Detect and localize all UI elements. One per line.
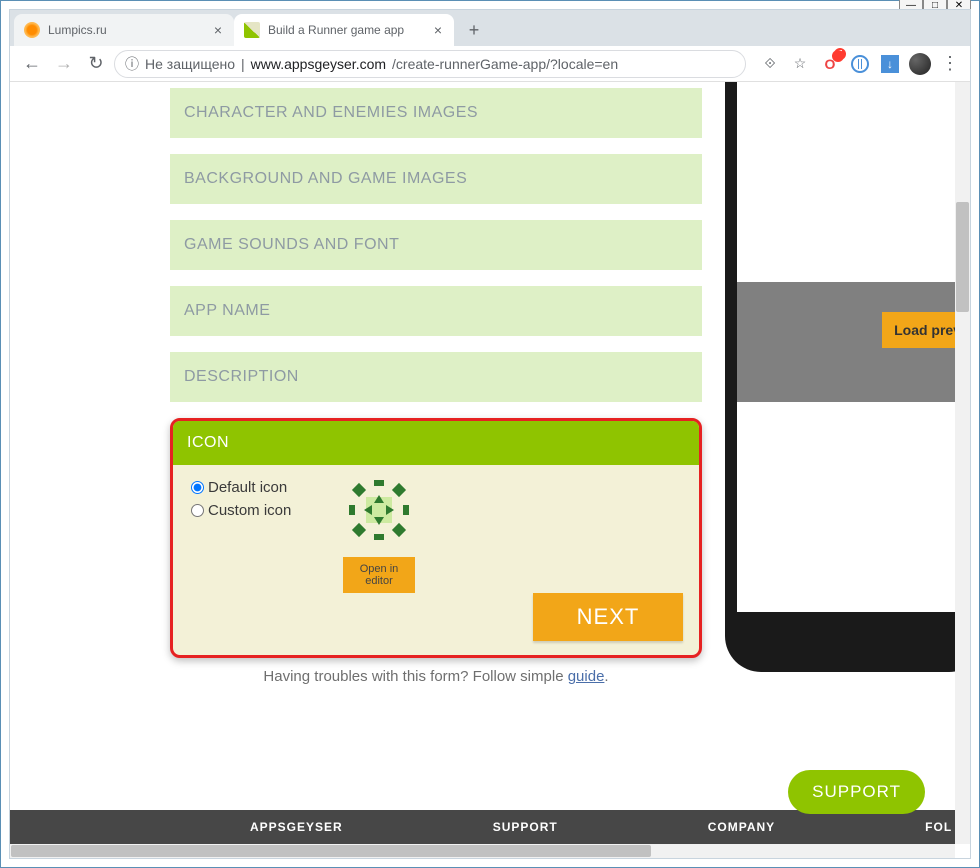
next-button[interactable]: NEXT: [533, 593, 683, 641]
support-button[interactable]: SUPPORT: [788, 770, 925, 814]
extension-opera-icon[interactable]: O 7: [818, 52, 842, 76]
section-description[interactable]: DESCRIPTION: [170, 352, 702, 402]
forward-button[interactable]: →: [50, 50, 78, 78]
load-preview-button[interactable]: Load prev: [882, 312, 955, 348]
downloads-icon[interactable]: ↓: [878, 52, 902, 76]
badge-count: 7: [834, 48, 846, 60]
back-button[interactable]: ←: [18, 50, 46, 78]
vscroll-thumb[interactable]: [956, 202, 969, 312]
radio-default-input[interactable]: [191, 481, 204, 494]
tab-lumpics[interactable]: Lumpics.ru ×: [14, 14, 234, 46]
url-domain: www.appsgeyser.com: [251, 56, 386, 72]
section-appname[interactable]: APP NAME: [170, 286, 702, 336]
close-tab-icon[interactable]: ×: [430, 20, 446, 40]
reload-button[interactable]: ↻: [82, 50, 110, 78]
not-secure-label: Не защищено: [145, 56, 235, 72]
footer-col-support[interactable]: SUPPORT: [493, 820, 558, 834]
section-sounds[interactable]: GAME SOUNDS AND FONT: [170, 220, 702, 270]
default-icon-image: [344, 475, 414, 545]
phone-preview: Load prev: [725, 82, 955, 672]
section-characters[interactable]: CHARACTER AND ENEMIES IMAGES: [170, 88, 702, 138]
address-bar: ← → ↻ ⓘ Не защищено | www.appsgeyser.com…: [10, 46, 970, 82]
phone-screen: Load prev: [737, 82, 955, 612]
troubles-dot: .: [604, 668, 608, 685]
icon-panel-body: Default icon Custom icon: [173, 465, 699, 655]
lumpics-favicon-icon: [24, 22, 40, 38]
hscroll-thumb[interactable]: [11, 845, 651, 857]
bookmark-star-icon[interactable]: ☆: [788, 52, 812, 76]
icon-preview: Open in editor: [343, 475, 415, 593]
form-sections: CHARACTER AND ENEMIES IMAGES BACKGROUND …: [170, 88, 702, 685]
radio-label: Custom icon: [208, 502, 291, 519]
generated-icon: [344, 475, 414, 545]
page-content: CHARACTER AND ENEMIES IMAGES BACKGROUND …: [10, 82, 955, 844]
opera-letter: O: [825, 56, 836, 72]
url-input[interactable]: ⓘ Не защищено | www.appsgeyser.com/creat…: [114, 50, 746, 78]
footer: APPSGEYSER SUPPORT COMPANY FOL: [10, 810, 955, 844]
vertical-scrollbar[interactable]: [955, 82, 970, 844]
radio-default-icon[interactable]: Default icon: [191, 479, 681, 496]
close-tab-icon[interactable]: ×: [210, 20, 226, 40]
sep: |: [241, 56, 245, 72]
addr-right: ⟐ ☆ O 7 ↓ ⋮: [758, 52, 962, 76]
window-inner: Lumpics.ru × Build a Runner game app × +…: [9, 9, 971, 859]
viewport: CHARACTER AND ENEMIES IMAGES BACKGROUND …: [10, 82, 970, 858]
new-tab-button[interactable]: +: [460, 16, 488, 44]
icon-panel: ICON Default icon Custom icon: [170, 418, 702, 658]
open-in-editor-button[interactable]: Open in editor: [343, 557, 415, 593]
radio-custom-icon[interactable]: Custom icon: [191, 502, 681, 519]
icon-panel-title: ICON: [173, 421, 699, 465]
app-window: — □ ✕ Lumpics.ru × Build a Runner game a…: [0, 0, 980, 868]
info-icon: ⓘ: [125, 54, 139, 74]
guide-link[interactable]: guide: [568, 668, 605, 685]
troubles-text: Having troubles with this form? Follow s…: [170, 668, 702, 685]
translate-icon[interactable]: ⟐: [758, 52, 782, 76]
footer-col-follow[interactable]: FOL: [925, 820, 952, 834]
appsgeyser-favicon-icon: [244, 22, 260, 38]
tab-appsgeyser[interactable]: Build a Runner game app ×: [234, 14, 454, 46]
footer-col-company[interactable]: COMPANY: [708, 820, 775, 834]
tab-strip: Lumpics.ru × Build a Runner game app × +: [10, 10, 970, 46]
radio-custom-input[interactable]: [191, 504, 204, 517]
url-path: /create-runnerGame-app/?locale=en: [392, 56, 618, 72]
horizontal-scrollbar[interactable]: [10, 844, 955, 858]
section-background[interactable]: BACKGROUND AND GAME IMAGES: [170, 154, 702, 204]
radio-label: Default icon: [208, 479, 287, 496]
troubles-prefix: Having troubles with this form? Follow s…: [263, 668, 567, 685]
tab-label: Lumpics.ru: [48, 23, 107, 37]
footer-col-appsgeyser[interactable]: APPSGEYSER: [250, 820, 343, 834]
menu-dots-icon[interactable]: ⋮: [938, 52, 962, 76]
globe-icon[interactable]: [848, 52, 872, 76]
profile-avatar[interactable]: [908, 52, 932, 76]
tab-label: Build a Runner game app: [268, 23, 404, 37]
